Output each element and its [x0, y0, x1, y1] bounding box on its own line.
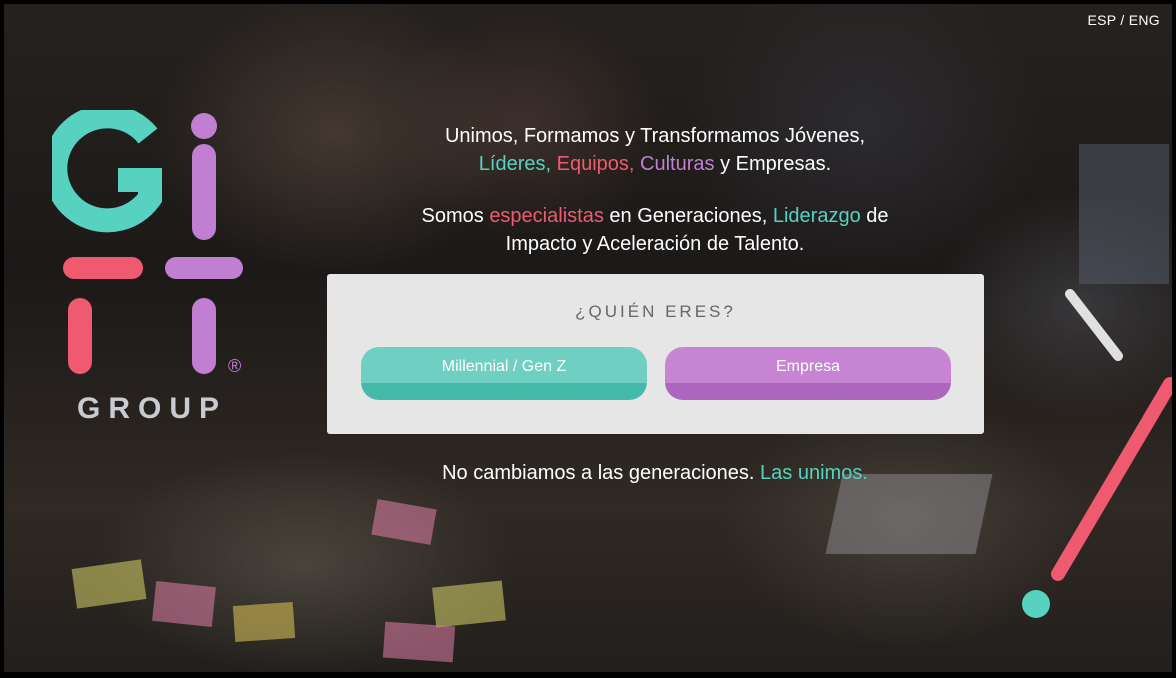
somos-text: Somos	[421, 205, 484, 227]
hero-tagline-2: Somos especialistas en Generaciones, Lid…	[330, 202, 980, 258]
who-are-you-title: ¿QUIÉN ERES?	[575, 302, 736, 321]
footer-slogan: No cambiamos a las generaciones. Las uni…	[330, 462, 980, 485]
de-text: de	[866, 205, 889, 227]
logo-wordmark: GROUP	[76, 392, 227, 425]
hero-line-2: Líderes, Equipos, Culturas y Empresas.	[330, 150, 980, 178]
generaciones-text: en Generaciones,	[609, 205, 768, 227]
hero-line-1: Unimos, Formamos y Transformamos Jóvenes…	[444, 125, 866, 147]
footer-slogan-text: No cambiamos a las generaciones.	[442, 462, 755, 484]
language-switcher: ESP / ENG	[1087, 12, 1160, 28]
liderazgo-text: Liderazgo	[772, 205, 861, 227]
who-are-you-card: ¿QUIÉN ERES? Millennial / Gen Z Empresa	[327, 274, 984, 434]
las-unimos-link[interactable]: Las unimos.	[760, 462, 868, 484]
lideres-text: Líderes,	[478, 153, 552, 175]
empresas-text: y Empresas.	[720, 153, 832, 175]
registered-mark: ®	[228, 356, 242, 376]
hero-line-4: Impacto y Aceleración de Talento.	[505, 233, 805, 255]
empresa-button[interactable]: Empresa	[665, 347, 951, 400]
gifi-group-logo[interactable]: ® GROUP	[52, 110, 252, 430]
language-esp-link[interactable]: ESP	[1087, 12, 1116, 28]
language-separator: /	[1120, 12, 1125, 28]
culturas-text: Culturas	[640, 153, 715, 175]
millennial-genz-button[interactable]: Millennial / Gen Z	[361, 347, 647, 400]
hero-tagline-1: Unimos, Formamos y Transformamos Jóvenes…	[330, 122, 980, 178]
hero-line-3: Somos especialistas en Generaciones, Lid…	[330, 202, 980, 230]
language-eng-link[interactable]: ENG	[1129, 12, 1160, 28]
especialistas-text: especialistas	[489, 205, 604, 227]
equipos-text: Equipos,	[556, 153, 635, 175]
gifi-logo-mark	[52, 110, 243, 374]
